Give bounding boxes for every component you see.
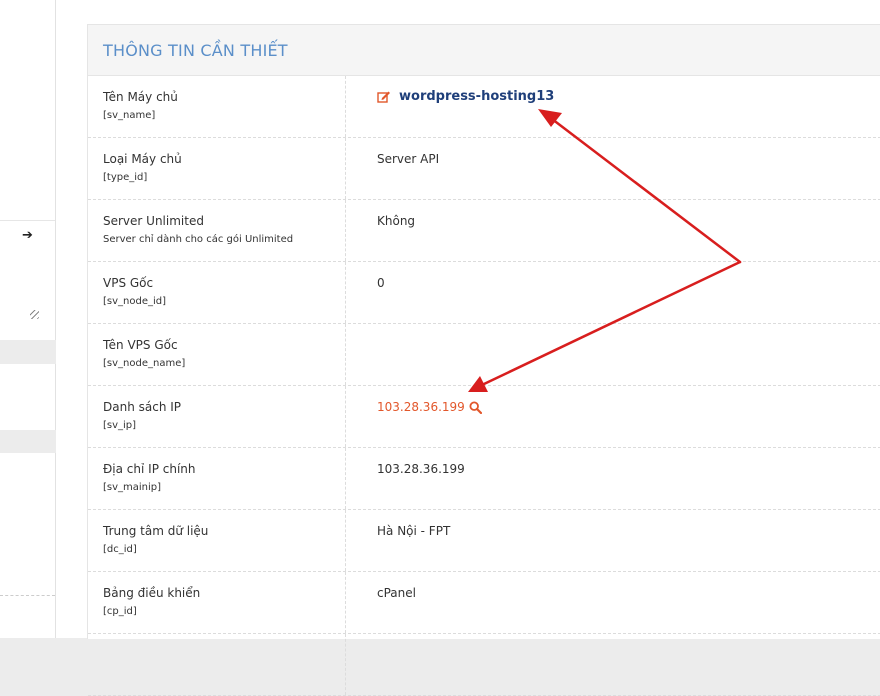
row-label: Địa chỉ IP chính xyxy=(103,462,196,476)
row-label-cell: VPS Gốc [sv_node_id] xyxy=(88,262,346,323)
row-label: Bảng điều khiển xyxy=(103,586,201,600)
main-content: THÔNG TIN CẦN THIẾT Tên Máy chủ [sv_name… xyxy=(72,0,880,696)
row-label-cell: Tên Máy chủ [sv_name] xyxy=(88,76,346,137)
row-label-cell: Danh sách IP [sv_ip] xyxy=(88,386,346,447)
info-panel: THÔNG TIN CẦN THIẾT Tên Máy chủ [sv_name… xyxy=(87,24,880,696)
info-row-sv-name: Tên Máy chủ [sv_name] wordpress-hosting1… xyxy=(88,76,880,138)
info-row-main-ip: Địa chỉ IP chính [sv_mainip] 103.28.36.1… xyxy=(88,448,880,510)
resize-handle-icon[interactable] xyxy=(30,310,39,319)
row-key: [sv_mainip] xyxy=(103,482,162,493)
row-key: [sv_name] xyxy=(103,110,156,121)
server-name-value: wordpress-hosting13 xyxy=(377,89,554,104)
divider xyxy=(0,220,55,221)
row-label: Trung tâm dữ liệu xyxy=(103,524,209,538)
row-label: Danh sách IP xyxy=(103,400,182,414)
left-panel-middle xyxy=(0,364,56,430)
row-key: [type_id] xyxy=(103,172,148,183)
arrow-right-icon[interactable]: ➔ xyxy=(22,228,33,243)
row-value: Hà Nội - FPT xyxy=(377,524,451,538)
row-value: cPanel xyxy=(377,586,416,600)
row-label: VPS Gốc xyxy=(103,276,154,290)
info-row-unlimited: Server Unlimited Server chỉ dành cho các… xyxy=(88,200,880,262)
server-name-link[interactable]: wordpress-hosting13 xyxy=(399,89,554,104)
row-key: [sv_ip] xyxy=(103,420,137,431)
left-panel-top: ➔ xyxy=(0,0,56,340)
left-column: ➔ xyxy=(0,0,56,638)
row-label-cell: Bảng điều khiển [cp_id] xyxy=(88,572,346,633)
info-row-node-name: Tên VPS Gốc [sv_node_name] xyxy=(88,324,880,386)
row-label-cell: Server Unlimited Server chỉ dành cho các… xyxy=(88,200,346,261)
row-value: 103.28.36.199 xyxy=(377,462,465,476)
gutter-column xyxy=(56,0,73,638)
ip-list-link[interactable]: 103.28.36.199 xyxy=(377,400,465,414)
row-label: Loại Máy chủ xyxy=(103,152,182,166)
info-row-type-id: Loại Máy chủ [type_id] Server API xyxy=(88,138,880,200)
info-row-control-panel: Bảng điều khiển [cp_id] cPanel xyxy=(88,572,880,634)
search-icon[interactable] xyxy=(469,400,482,414)
info-row-node-id: VPS Gốc [sv_node_id] 0 xyxy=(88,262,880,324)
row-value: 0 xyxy=(377,276,385,290)
row-label-cell: Trung tâm dữ liệu [dc_id] xyxy=(88,510,346,571)
edit-icon[interactable] xyxy=(377,90,391,103)
divider xyxy=(0,595,55,596)
panel-title: THÔNG TIN CẦN THIẾT xyxy=(88,25,880,76)
row-key: Server chỉ dành cho các gói Unlimited xyxy=(103,234,294,245)
row-value: Không xyxy=(377,214,416,228)
row-label-cell xyxy=(88,634,346,695)
row-key: [cp_id] xyxy=(103,606,137,617)
row-key: [sv_node_id] xyxy=(103,296,167,307)
row-label-cell: Loại Máy chủ [type_id] xyxy=(88,138,346,199)
row-label: Tên Máy chủ xyxy=(103,90,178,104)
left-panel-bottom xyxy=(0,453,56,638)
row-key: [dc_id] xyxy=(103,544,137,555)
info-row-ip-list: Danh sách IP [sv_ip] 103.28.36.199 xyxy=(88,386,880,448)
row-label-cell: Tên VPS Gốc [sv_node_name] xyxy=(88,324,346,385)
ip-list-value[interactable]: 103.28.36.199 xyxy=(377,400,482,414)
row-value: Server API xyxy=(377,152,440,166)
row-label: Server Unlimited xyxy=(103,214,204,228)
row-label: Tên VPS Gốc xyxy=(103,338,178,352)
row-label-cell: Địa chỉ IP chính [sv_mainip] xyxy=(88,448,346,509)
info-row-partial xyxy=(88,634,880,696)
row-key: [sv_node_name] xyxy=(103,358,186,369)
info-row-datacenter: Trung tâm dữ liệu [dc_id] Hà Nội - FPT xyxy=(88,510,880,572)
